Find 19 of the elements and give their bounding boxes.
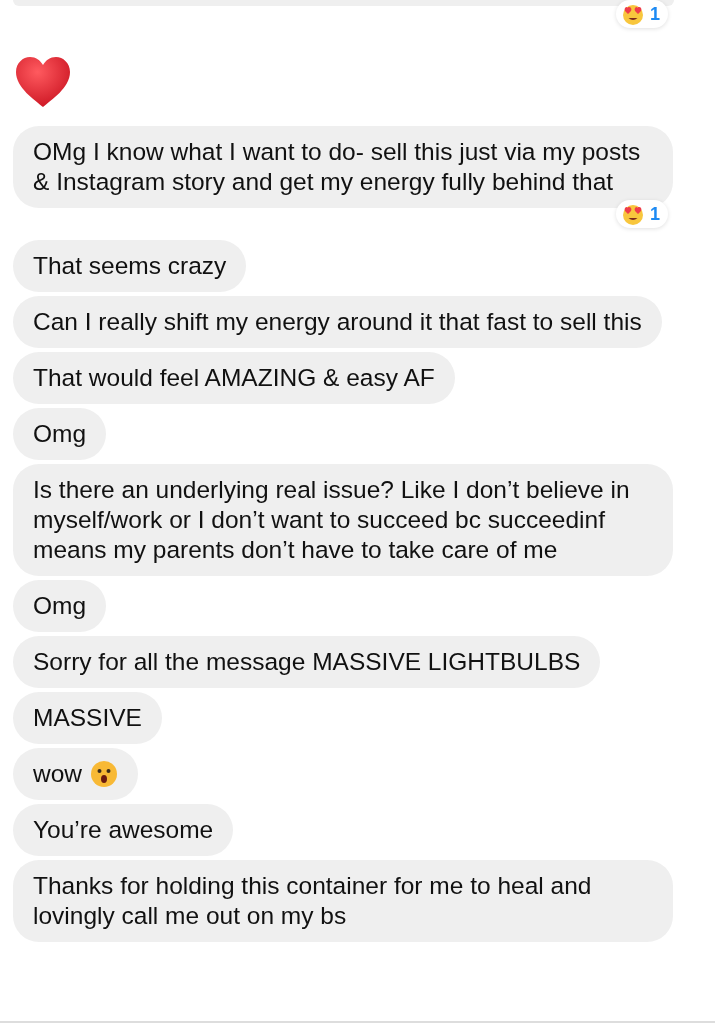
message-text: OMg I know what I want to do- sell this just via my posts & Instagram story and get my energy fully behind that bbox=[33, 137, 642, 197]
heart-icon bbox=[15, 56, 71, 108]
message-text: Sorry for all the message MASSIVE LIGHTBULBS bbox=[33, 647, 581, 677]
heart-eyes-face-icon bbox=[621, 202, 645, 226]
message-text: That would feel AMAZING & easy AF bbox=[33, 363, 435, 393]
heart-eyes-face-icon bbox=[621, 2, 645, 26]
message-text: Thanks for holding this container for me to heal and lovingly call me out on my bs bbox=[33, 871, 593, 931]
message-text: That seems crazy bbox=[33, 251, 227, 281]
message-text: You’re awesome bbox=[33, 815, 214, 845]
message-text: Can I really shift my energy around it that fast to sell this bbox=[33, 307, 642, 337]
reaction-badge[interactable]: 1 bbox=[616, 200, 668, 228]
message-text: MASSIVE bbox=[33, 703, 142, 733]
message-text: Omg bbox=[33, 591, 87, 621]
message-text: Is there an underlying real issue? Like I don’t believe in myself/work or I don’t want to succeed bc succeedinf means my parents don’t have to take care of me bbox=[33, 475, 631, 565]
message-text: wow bbox=[33, 759, 82, 789]
reaction-count: 1 bbox=[650, 203, 660, 225]
reaction-badge[interactable]: 1 bbox=[616, 0, 668, 28]
reaction-count: 1 bbox=[650, 3, 660, 25]
message-text: Omg bbox=[33, 419, 87, 449]
